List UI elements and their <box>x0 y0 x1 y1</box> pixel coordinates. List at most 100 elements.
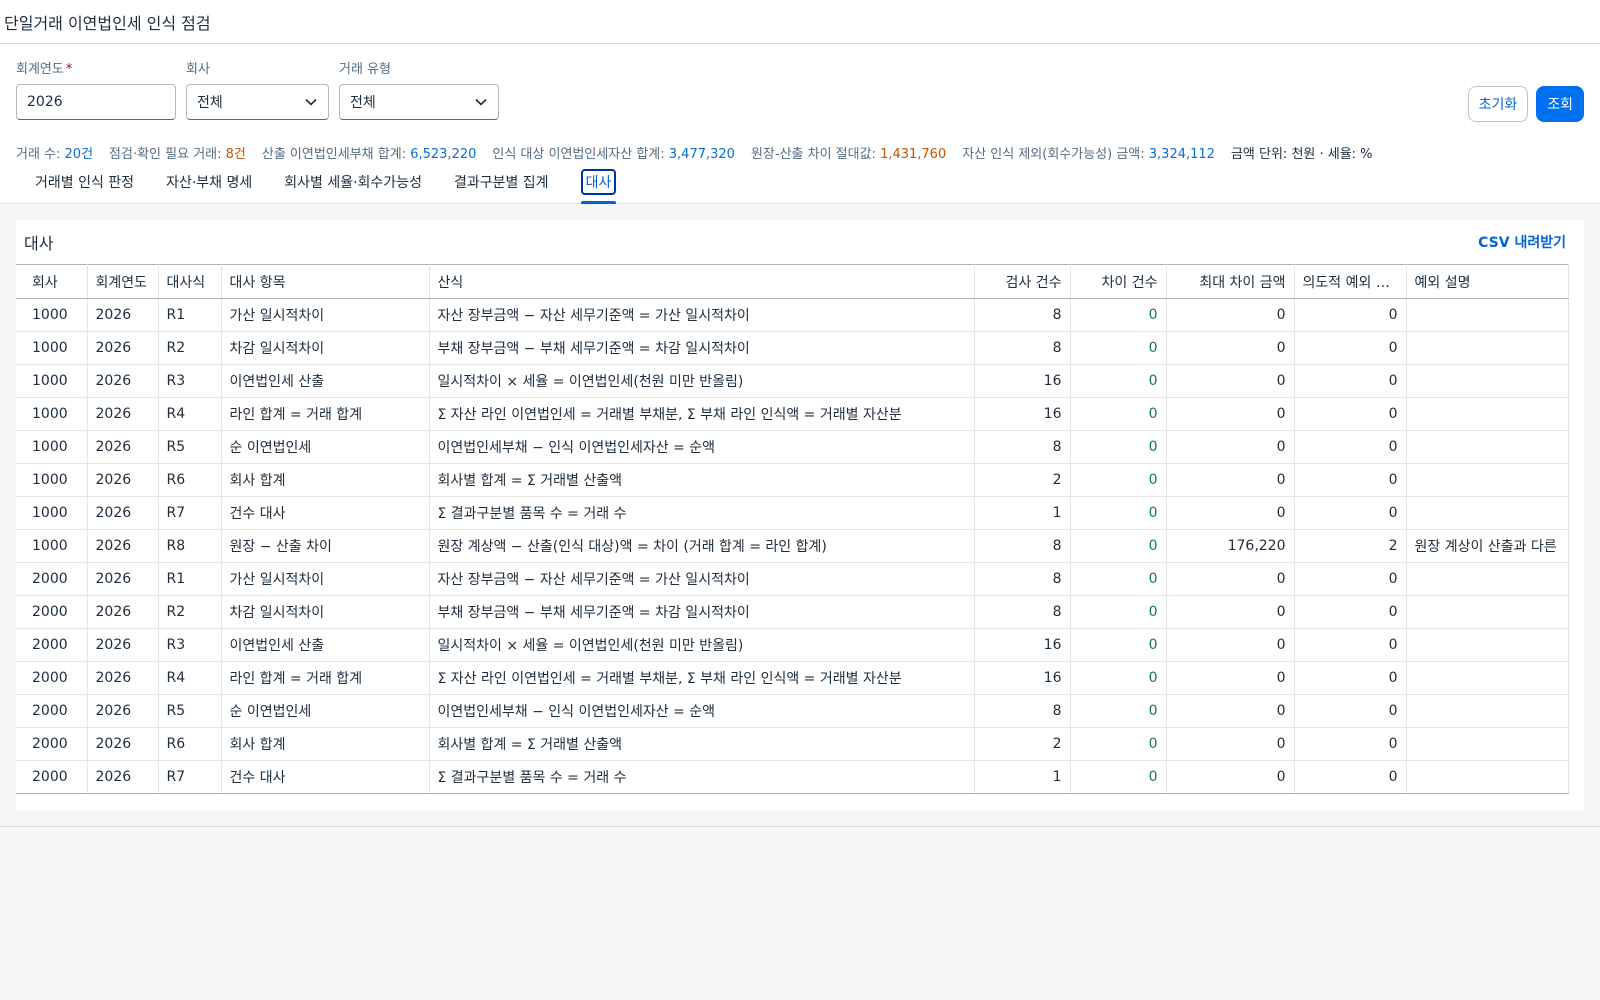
table-cell: 이연법인세 산출 <box>221 628 430 662</box>
table-cell: 건수 대사 <box>221 496 430 530</box>
table-cell <box>1406 364 1569 398</box>
column-header[interactable]: 회사 <box>16 264 88 299</box>
table-cell: 2000 <box>16 727 88 761</box>
table-cell: 0 <box>1070 760 1167 794</box>
table-row[interactable]: 2000 2026 R6 회사 합계 회사별 합계 = Σ 거래별 산출액 2 0 0 0 <box>16 727 1569 761</box>
table-cell: 회사 합계 <box>221 727 430 761</box>
tab-asset-liability[interactable]: 자산·부채 명세 <box>150 160 268 204</box>
table-row[interactable]: 2000 2026 R1 가산 일시적차이 자산 장부금액 − 자산 세무기준액 = 가… <box>16 562 1569 596</box>
column-header[interactable]: 산식 <box>429 264 975 299</box>
chevron-down-icon <box>475 98 487 106</box>
table-row[interactable]: 1000 2026 R8 원장 − 산출 차이 원장 계상액 − 산출(인식 대상)액 … <box>16 529 1569 563</box>
table-cell: 순 이연법인세 <box>221 430 430 464</box>
table-cell: 2026 <box>87 397 159 431</box>
required-mark: * <box>65 62 73 77</box>
table-cell: R1 <box>158 562 222 596</box>
tab-reconciliation[interactable]: 대사 <box>565 160 633 204</box>
table-cell: 16 <box>974 397 1071 431</box>
table-row[interactable]: 1000 2026 R4 라인 합계 = 거래 합계 Σ 자산 라인 이연법인세 = 거… <box>16 397 1569 431</box>
table-cell: 2000 <box>16 595 88 629</box>
fiscal-year-label: 회계연도 * <box>16 62 73 77</box>
table-cell: 자산 장부금액 − 자산 세무기준액 = 가산 일시적차이 <box>429 562 975 596</box>
search-button[interactable]: 조회 <box>1536 86 1584 122</box>
tab-txn-judgement[interactable]: 거래별 인식 판정 <box>19 160 150 204</box>
column-header[interactable]: 대사 항목 <box>221 264 430 299</box>
table-cell: R5 <box>158 694 222 728</box>
table-cell: 0 <box>1166 397 1295 431</box>
table-cell: Σ 자산 라인 이연법인세 = 거래별 부채분, Σ 부채 라인 인식액 = 거… <box>429 397 975 431</box>
table-row[interactable]: 1000 2026 R5 순 이연법인세 이연법인세부채 − 인식 이연법인세자산 = … <box>16 430 1569 464</box>
table-row[interactable]: 1000 2026 R2 차감 일시적차이 부채 장부금액 − 부채 세무기준액 = 차… <box>16 331 1569 365</box>
table-cell: 0 <box>1294 298 1407 332</box>
table-row[interactable]: 2000 2026 R5 순 이연법인세 이연법인세부채 − 인식 이연법인세자산 = … <box>16 694 1569 728</box>
table-cell <box>1406 331 1569 365</box>
table-cell: 0 <box>1070 529 1167 563</box>
table-cell: 부채 장부금액 − 부채 세무기준액 = 차감 일시적차이 <box>429 595 975 629</box>
table-cell: 차감 일시적차이 <box>221 595 430 629</box>
shell-header: 단일거래 이연법인세 인식 점검 <box>0 0 1600 44</box>
table-row[interactable]: 2000 2026 R7 건수 대사 Σ 결과구분별 품목 수 = 거래 수1000 <box>16 760 1569 794</box>
tab-result-summary[interactable]: 결과구분별 집계 <box>438 160 565 204</box>
table-cell: 1 <box>974 496 1071 530</box>
table-cell: 2 <box>1294 529 1407 563</box>
table-cell: 라인 합계 = 거래 합계 <box>221 661 430 695</box>
table-cell: 0 <box>1294 331 1407 365</box>
table-cell: 1000 <box>16 529 88 563</box>
table-cell: Σ 결과구분별 품목 수 = 거래 수 <box>429 496 975 530</box>
table-cell <box>1406 562 1569 596</box>
table-cell: 0 <box>1070 397 1167 431</box>
table-cell: R2 <box>158 331 222 365</box>
table-row[interactable]: 1000 2026 R6 회사 합계 회사별 합계 = Σ 거래별 산출액 2 0 0 0 <box>16 463 1569 497</box>
company-select[interactable]: 전체 <box>186 84 329 120</box>
tab-company-rate[interactable]: 회사별 세율·회수가능성 <box>268 160 438 204</box>
table-row[interactable]: 1000 2026 R7 건수 대사 Σ 결과구분별 품목 수 = 거래 수1000 <box>16 496 1569 530</box>
txn-type-select[interactable]: 전체 <box>339 84 499 120</box>
table-cell: 이연법인세부채 − 인식 이연법인세자산 = 순액 <box>429 694 975 728</box>
table-cell: Σ 자산 라인 이연법인세 = 거래별 부채분, Σ 부채 라인 인식액 = 거… <box>429 661 975 695</box>
column-header[interactable]: 회계연도 <box>87 264 159 299</box>
table-cell: 2000 <box>16 694 88 728</box>
column-header[interactable]: 의도적 예외 건수 <box>1294 264 1407 299</box>
table-cell: 8 <box>974 694 1071 728</box>
table-header-row: 회사 회계연도 대사식 대사 항목 산식 검사 건수 차이 건수 최대 차이 금액 의도적 예외… <box>16 264 1569 299</box>
table-cell: 2026 <box>87 529 159 563</box>
table-cell: 일시적차이 × 세율 = 이연법인세(천원 미만 반올림) <box>429 628 975 662</box>
table-cell: 0 <box>1294 562 1407 596</box>
table-cell <box>1406 661 1569 695</box>
table-cell: 일시적차이 × 세율 = 이연법인세(천원 미만 반올림) <box>429 364 975 398</box>
table-cell <box>1406 595 1569 629</box>
column-header[interactable]: 차이 건수 <box>1070 264 1167 299</box>
csv-download-link[interactable]: CSV 내려받기 <box>1478 232 1566 252</box>
table-cell: 2000 <box>16 628 88 662</box>
reset-button[interactable]: 초기화 <box>1467 86 1529 122</box>
table-row[interactable]: 1000 2026 R1 가산 일시적차이 자산 장부금액 − 자산 세무기준액 = 가… <box>16 298 1569 332</box>
table-cell: 가산 일시적차이 <box>221 562 430 596</box>
table-cell: 0 <box>1070 463 1167 497</box>
table-cell: 0 <box>1070 430 1167 464</box>
fiscal-year-input[interactable]: 2026 <box>16 84 176 120</box>
filter-txn-type: 거래 유형 전체 <box>339 58 499 120</box>
table-cell: 1000 <box>16 430 88 464</box>
table-cell: 8 <box>974 529 1071 563</box>
table-cell: 16 <box>974 628 1071 662</box>
table-cell: 2026 <box>87 661 159 695</box>
table-row[interactable]: 2000 2026 R3 이연법인세 산출 일시적차이 × 세율 = 이연법인세(천원 … <box>16 628 1569 662</box>
table-row[interactable]: 1000 2026 R3 이연법인세 산출 일시적차이 × 세율 = 이연법인세(천원 … <box>16 364 1569 398</box>
column-header[interactable]: 예외 설명 <box>1406 264 1569 299</box>
column-header[interactable]: 검사 건수 <box>974 264 1071 299</box>
table-cell: 1000 <box>16 331 88 365</box>
table-cell: 2026 <box>87 463 159 497</box>
table-cell: 0 <box>1294 463 1407 497</box>
table-cell: 176,220 <box>1166 529 1295 563</box>
table-cell: 0 <box>1070 694 1167 728</box>
table-cell: 2026 <box>87 595 159 629</box>
table-cell: 0 <box>1070 727 1167 761</box>
column-header[interactable]: 최대 차이 금액 <box>1166 264 1295 299</box>
column-header[interactable]: 대사식 <box>158 264 222 299</box>
table-cell: 0 <box>1294 364 1407 398</box>
table-row[interactable]: 2000 2026 R4 라인 합계 = 거래 합계 Σ 자산 라인 이연법인세 = 거… <box>16 661 1569 695</box>
table-row[interactable]: 2000 2026 R2 차감 일시적차이 부채 장부금액 − 부채 세무기준액 = 차… <box>16 595 1569 629</box>
table-cell: 0 <box>1294 595 1407 629</box>
table-cell: 2026 <box>87 760 159 794</box>
table-cell: 8 <box>974 298 1071 332</box>
